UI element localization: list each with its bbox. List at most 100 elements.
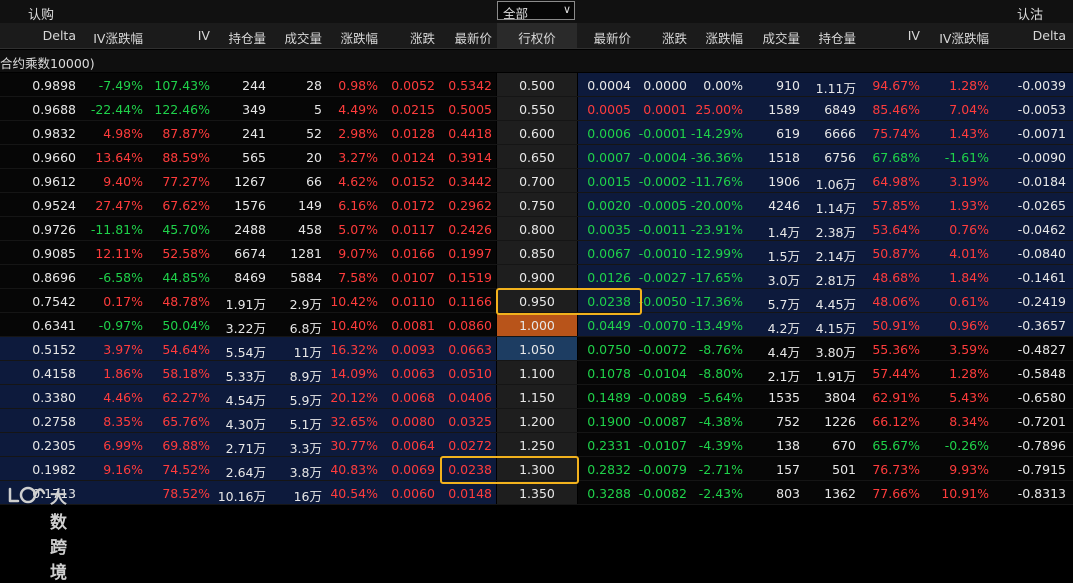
table-row[interactable]: 0.1713 78.52% 10.16万 16万 40.54% 0.0060 0.0148 1… [0,481,1073,505]
put-volume-cell: 157 [776,462,800,477]
put-last-price-cell: 0.0750 [587,342,631,357]
put-volume-cell: 1518 [768,150,800,165]
put-iv-cell: 76.73% [872,462,920,477]
table-row[interactable]: 0.9612 9.40% 77.27% 1267 66 4.62% 0.0152 0.3442… [0,169,1073,193]
strike-price-cell[interactable]: 1.050 [497,342,577,357]
call-col-header-pct-change[interactable]: 涨跌幅 [340,28,378,47]
call-iv-cell: 69.88% [162,438,210,453]
strike-price-cell[interactable]: 0.600 [497,126,577,141]
call-last-price-cell: 0.1519 [448,270,492,285]
strike-price-cell[interactable]: 0.800 [497,222,577,237]
put-pct-change-cell: 25.00% [695,102,743,117]
call-col-header-iv[interactable]: IV [198,28,210,43]
put-delta-cell: -0.2419 [1017,294,1066,309]
table-row[interactable]: 0.5152 3.97% 54.64% 5.54万 11万 16.32% 0.0093 0.0… [0,337,1073,361]
put-col-header-open-interest[interactable]: 持仓量 [818,28,856,47]
call-open-interest-cell: 1.91万 [225,297,266,312]
call-iv-change-cell: 1.86% [103,366,143,381]
strike-price-cell[interactable]: 0.550 [497,102,577,117]
call-volume-cell: 5.9万 [289,393,322,408]
put-pct-change-cell: -23.91% [690,222,743,237]
call-delta-cell: 0.9726 [32,222,76,237]
call-delta-cell: 0.4158 [32,366,76,381]
call-delta-cell: 0.3380 [32,390,76,405]
call-iv-cell: 67.62% [162,198,210,213]
strike-price-cell[interactable]: 0.900 [497,270,577,285]
put-iv-cell: 85.46% [872,102,920,117]
put-col-header-change[interactable]: 涨跌 [662,28,687,47]
call-volume-cell: 458 [298,222,322,237]
call-col-header-change[interactable]: 涨跌 [410,28,435,47]
put-col-header-volume[interactable]: 成交量 [762,28,800,47]
table-row[interactable]: 0.9660 13.64% 88.59% 565 20 3.27% 0.0124 0.3914… [0,145,1073,169]
call-col-header-volume[interactable]: 成交量 [284,28,322,47]
strike-price-cell[interactable]: 1.250 [497,438,577,453]
put-open-interest-cell: 6666 [824,126,856,141]
call-pct-change-cell: 10.40% [330,318,378,333]
strike-price-cell[interactable]: 1.150 [497,390,577,405]
strike-price-cell[interactable]: 0.700 [497,174,577,189]
strike-price-cell[interactable]: 1.000 [497,318,577,333]
put-col-header-pct-change[interactable]: 涨跌幅 [705,28,743,47]
put-col-header-iv[interactable]: IV [908,28,920,43]
put-change-cell: -0.0027 [638,270,687,285]
table-row[interactable]: 0.9898 -7.49% 107.43% 244 28 0.98% 0.0052 0.534… [0,73,1073,97]
call-volume-cell: 2.9万 [289,297,322,312]
put-open-interest-cell: 501 [832,462,856,477]
call-last-price-cell: 0.1166 [448,294,492,309]
call-change-cell: 0.0069 [391,462,435,477]
call-open-interest-cell: 5.33万 [225,369,266,384]
call-col-header-iv-change[interactable]: IV涨跌幅 [93,28,143,47]
table-row[interactable]: 0.2758 8.35% 65.76% 4.30万 5.1万 32.65% 0.0080 0.… [0,409,1073,433]
table-row[interactable]: 0.6341 -0.97% 50.04% 3.22万 6.8万 10.40% 0.0081 0… [0,313,1073,337]
table-row[interactable]: 0.2305 6.99% 69.88% 2.71万 3.3万 30.77% 0.0064 0.… [0,433,1073,457]
call-iv-change-cell: 4.98% [103,126,143,141]
put-iv-cell: 57.44% [872,366,920,381]
strike-col-header[interactable]: 行权价 [497,28,577,47]
table-row[interactable]: 0.9832 4.98% 87.87% 241 52 2.98% 0.0128 0.4418 0… [0,121,1073,145]
put-delta-cell: -0.0071 [1017,126,1066,141]
table-row[interactable]: 0.9524 27.47% 67.62% 1576 149 6.16% 0.0172 0.29… [0,193,1073,217]
put-volume-cell: 5.7万 [767,297,800,312]
table-row[interactable]: 0.8696 -6.58% 44.85% 8469 5884 7.58% 0.0107 0.1… [0,265,1073,289]
put-last-price-cell: 0.0015 [587,174,631,189]
call-pct-change-cell: 2.98% [338,126,378,141]
strike-price-cell[interactable]: 0.500 [497,78,577,93]
strike-price-cell[interactable]: 0.850 [497,246,577,261]
put-iv-change-cell: 0.96% [949,318,989,333]
call-last-price-cell: 0.0325 [448,414,492,429]
put-pct-change-cell: -2.43% [698,486,743,501]
call-open-interest-cell: 10.16万 [217,489,266,504]
call-pct-change-cell: 30.77% [330,438,378,453]
put-col-header-iv-change[interactable]: IV涨跌幅 [939,28,989,47]
table-row[interactable]: 0.9688 -22.44% 122.46% 349 5 4.49% 0.0215 0.500… [0,97,1073,121]
call-col-header-delta[interactable]: Delta [43,28,76,43]
put-open-interest-cell: 2.14万 [815,249,856,264]
put-last-price-cell: 0.0067 [587,246,631,261]
call-col-header-open-interest[interactable]: 持仓量 [228,28,266,47]
strike-price-cell[interactable]: 1.100 [497,366,577,381]
call-volume-cell: 11万 [293,345,322,360]
strike-price-cell[interactable]: 0.650 [497,150,577,165]
strike-price-cell[interactable]: 0.750 [497,198,577,213]
put-iv-cell: 53.64% [872,222,920,237]
put-last-price-cell: 0.0006 [587,126,631,141]
table-row[interactable]: 0.9726 -11.81% 45.70% 2488 458 5.07% 0.0117 0.2… [0,217,1073,241]
option-filter-dropdown[interactable]: 全部 ∨ [497,1,575,21]
put-open-interest-cell: 1.11万 [815,81,856,96]
call-pct-change-cell: 32.65% [330,414,378,429]
put-delta-cell: -0.8313 [1017,486,1066,501]
call-col-header-last-price[interactable]: 最新价 [454,28,492,47]
put-last-price-cell: 0.0020 [587,198,631,213]
put-change-cell: -0.0004 [638,150,687,165]
table-row[interactable]: 0.4158 1.86% 58.18% 5.33万 8.9万 14.09% 0.0063 0.… [0,361,1073,385]
put-last-price-cell: 0.0035 [587,222,631,237]
table-row[interactable]: 0.9085 12.11% 52.58% 6674 1281 9.07% 0.0166 0.1… [0,241,1073,265]
put-change-cell: -0.0104 [638,366,687,381]
put-col-header-delta[interactable]: Delta [1033,28,1066,43]
strike-price-cell[interactable]: 1.200 [497,414,577,429]
put-delta-cell: -0.0462 [1017,222,1066,237]
strike-price-cell[interactable]: 1.350 [497,486,577,501]
table-row[interactable]: 0.3380 4.46% 62.27% 4.54万 5.9万 20.12% 0.0068 0.… [0,385,1073,409]
put-col-header-last-price[interactable]: 最新价 [593,28,631,47]
